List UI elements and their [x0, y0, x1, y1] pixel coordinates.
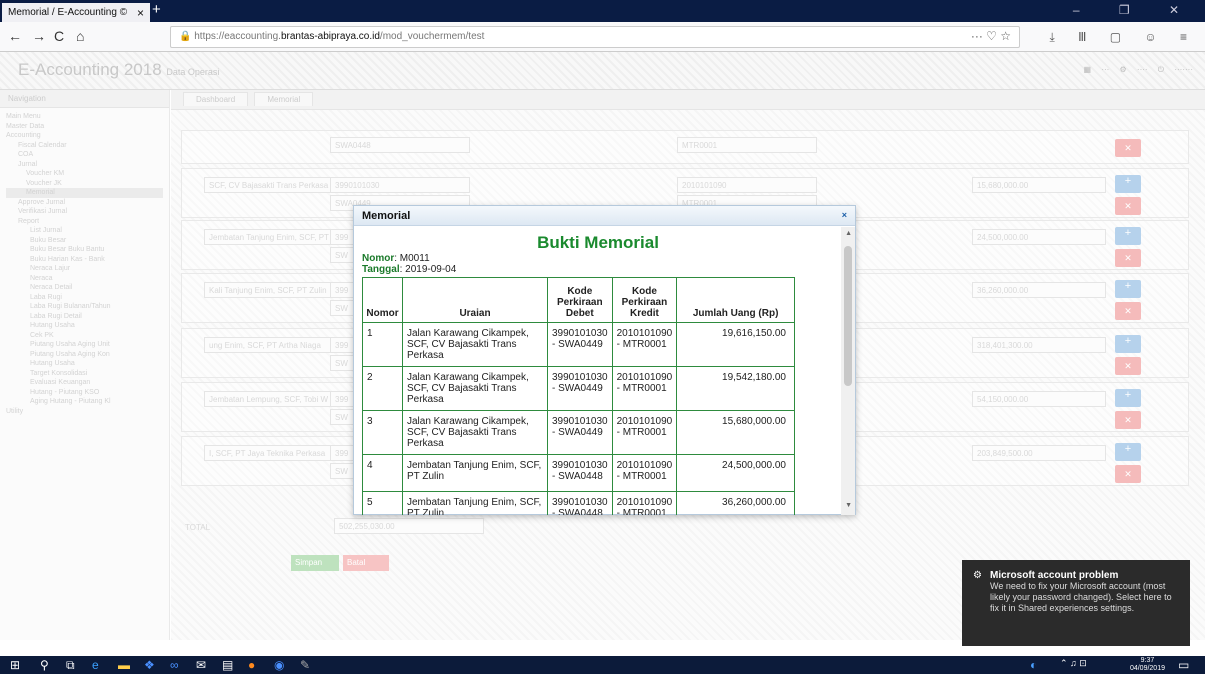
- help-icon[interactable]: ◐: [1030, 658, 1037, 672]
- tanggal-label: Tanggal: [362, 264, 400, 275]
- url-prefix: https://eaccounting.: [194, 31, 281, 42]
- tanggal-line: Tanggal: 2019-09-04: [362, 264, 834, 275]
- document-title: Bukti Memorial: [537, 233, 659, 252]
- search-icon[interactable]: ⚲: [40, 658, 49, 672]
- memorial-table: Nomor Uraian Kode Perkiraan Debet Kode P…: [362, 277, 795, 515]
- app-header: E-Accounting 2018 Data Operasi ▦ ··· ⚙ ·…: [0, 52, 1205, 90]
- tab-title: Memorial / E-Accounting ©: [8, 7, 128, 18]
- cell-jumlah: 24,500,000.00: [676, 454, 795, 492]
- browser-tab[interactable]: Memorial / E-Accounting © ×: [2, 3, 150, 22]
- tray-icons[interactable]: ⌃ ♫ ⊡: [1060, 658, 1087, 669]
- header-right-menu[interactable]: ▦ ··· ⚙ ···· ⏻ ·······: [1084, 65, 1193, 75]
- lock-icon: 🔒: [179, 31, 195, 42]
- nomor-value: : M0011: [394, 253, 430, 264]
- cell-kredit: 2010101090 - MTR0001: [611, 322, 678, 367]
- clock-date: 04/09/2019: [1129, 665, 1165, 672]
- cell-no: 4: [362, 454, 403, 492]
- col-uraian: Uraian: [402, 277, 548, 323]
- cell-uraian: Jalan Karawang Cikampek, SCF, CV Bajasak…: [402, 322, 548, 367]
- table-row: 5 Jembatan Tanjung Enim, SCF, PT Zulin 399…: [362, 491, 795, 515]
- window-controls[interactable]: – ❐ ✕: [1073, 3, 1197, 17]
- cell-debet: 3990101030 - SWA0449: [547, 410, 613, 455]
- app-subtitle: Data Operasi: [166, 67, 220, 77]
- toolbar-icons[interactable]: ⤓ Ⅲ ▢ ☺ ≡: [1049, 30, 1197, 45]
- cell-no: 2: [362, 366, 403, 411]
- cell-jumlah: 15,680,000.00: [676, 410, 795, 455]
- mail-icon[interactable]: ✉: [196, 658, 206, 672]
- modal-header: Memorial ×: [354, 206, 855, 226]
- page-actions-icon[interactable]: ··· ♡ ☆: [971, 29, 1011, 43]
- scroll-up-icon[interactable]: ▲: [845, 230, 852, 237]
- close-icon[interactable]: ×: [842, 210, 847, 220]
- col-debet: Kode Perkiraan Debet: [547, 277, 613, 323]
- cell-uraian: Jembatan Tanjung Enim, SCF, PT Zulin: [402, 491, 548, 515]
- table-row: 1 Jalan Karawang Cikampek, SCF, CV Bajasa…: [362, 322, 795, 367]
- nomor-label: Nomor: [362, 253, 395, 264]
- cell-kredit: 2010101090 - MTR0001: [611, 454, 678, 492]
- home-icon[interactable]: ⌂: [76, 28, 84, 44]
- nomor-line: Nomor: M0011: [362, 253, 834, 264]
- cell-debet: 3990101030 - SWA0448: [547, 491, 613, 515]
- cell-kredit: 2010101090 - MTR0001: [611, 491, 678, 515]
- clock[interactable]: 9:37 04/09/2019: [1130, 657, 1165, 673]
- col-kredit: Kode Perkiraan Kredit: [611, 277, 678, 323]
- notification-toast[interactable]: ⚙ Microsoft account problem We need to f…: [962, 560, 1190, 646]
- back-icon[interactable]: ←: [8, 28, 22, 44]
- app-title: E-Accounting 2018 Data Operasi: [18, 60, 220, 79]
- col-nomor: Nomor: [362, 277, 403, 323]
- new-tab-button[interactable]: +: [152, 1, 161, 18]
- settings-icon: ⚙: [973, 570, 982, 581]
- dropbox-icon[interactable]: ❖: [144, 658, 155, 672]
- memorial-modal: Memorial × Bukti Memorial Nomor: M0011 T…: [353, 205, 856, 515]
- cell-debet: 3990101030 - SWA0449: [547, 366, 613, 411]
- cell-jumlah: 19,616,150.00: [676, 322, 795, 367]
- address-bar[interactable]: 🔒 https://eaccounting.brantas-abipraya.c…: [170, 26, 1020, 48]
- cell-uraian: Jembatan Tanjung Enim, SCF, PT Zulin: [402, 454, 548, 492]
- cell-uraian: Jalan Karawang Cikampek, SCF, CV Bajasak…: [402, 366, 548, 411]
- start-icon[interactable]: ⊞: [10, 658, 20, 672]
- modal-header-title: Memorial: [362, 210, 411, 222]
- cell-jumlah: 36,260,000.00: [676, 491, 795, 515]
- cell-jumlah: 19,542,180.00: [676, 366, 795, 411]
- toast-title: Microsoft account problem: [990, 570, 1119, 581]
- firefox-icon[interactable]: ●: [248, 658, 255, 672]
- table-row: 2 Jalan Karawang Cikampek, SCF, CV Bajasa…: [362, 366, 795, 411]
- file-explorer-icon[interactable]: ▬: [118, 658, 130, 672]
- scroll-down-icon[interactable]: ▼: [845, 502, 852, 509]
- cell-no: 1: [362, 322, 403, 367]
- clock-time: 9:37: [1140, 657, 1155, 664]
- modal-body: Bukti Memorial Nomor: M0011 Tanggal: 201…: [354, 227, 842, 515]
- cell-debet: 3990101030 - SWA0448: [547, 454, 613, 492]
- cell-kredit: 2010101090 - MTR0001: [611, 410, 678, 455]
- table-row: 4 Jembatan Tanjung Enim, SCF, PT Zulin 399…: [362, 454, 795, 492]
- link-icon[interactable]: ∞: [170, 658, 179, 672]
- cell-no: 5: [362, 491, 403, 515]
- url-path: /mod_vouchermem/test: [379, 31, 485, 42]
- tool-icon[interactable]: ✎: [300, 658, 310, 672]
- url-domain: brantas-abipraya.co.id: [280, 31, 380, 42]
- tab-close-icon[interactable]: ×: [137, 6, 144, 20]
- toast-body: We need to fix your Microsoft account (m…: [990, 581, 1172, 613]
- edge-icon[interactable]: e: [92, 658, 99, 672]
- scrollbar-thumb[interactable]: [844, 246, 852, 386]
- taskbar: ⊞ ⚲ ⧉ e ▬ ❖ ∞ ✉ ▤ ● ◉ ✎ ◐ ⌃ ♫ ⊡ 9:37 04/0…: [0, 656, 1205, 674]
- forward-icon[interactable]: →: [32, 28, 46, 44]
- task-view-icon[interactable]: ⧉: [66, 658, 75, 673]
- browser-navbar: ← → C ⌂ 🔒 https://eaccounting.brantas-ab…: [0, 22, 1205, 52]
- tanggal-value: : 2019-09-04: [399, 264, 457, 275]
- store-icon[interactable]: ▤: [222, 658, 233, 672]
- cell-kredit: 2010101090 - MTR0001: [611, 366, 678, 411]
- reload-icon[interactable]: C: [54, 28, 64, 44]
- app-icon[interactable]: ◉: [274, 658, 284, 672]
- notification-center-icon[interactable]: ▭: [1178, 658, 1189, 672]
- cell-debet: 3990101030 - SWA0449: [547, 322, 613, 367]
- col-jumlah: Jumlah Uang (Rp): [676, 277, 795, 323]
- cell-uraian: Jalan Karawang Cikampek, SCF, CV Bajasak…: [402, 410, 548, 455]
- cell-no: 3: [362, 410, 403, 455]
- browser-titlebar: Memorial / E-Accounting © × + – ❐ ✕: [0, 0, 1205, 22]
- table-row: 3 Jalan Karawang Cikampek, SCF, CV Bajasa…: [362, 410, 795, 455]
